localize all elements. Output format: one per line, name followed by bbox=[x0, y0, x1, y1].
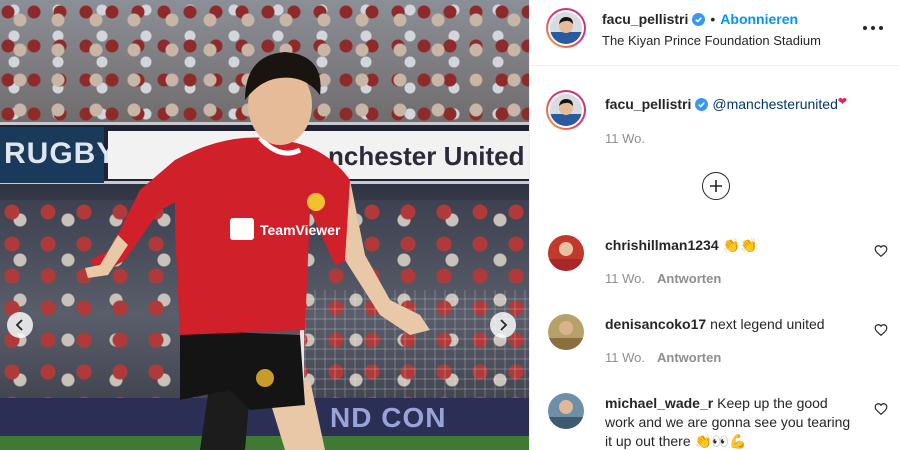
comment-body: michael_wade_r Keep up the good work and … bbox=[605, 394, 860, 450]
separator-dot: • bbox=[710, 11, 716, 27]
post-location[interactable]: The Kiyan Prince Foundation Stadium bbox=[602, 33, 821, 48]
heart-outline-icon[interactable] bbox=[874, 402, 888, 416]
chevron-right-icon bbox=[500, 319, 508, 331]
comment-meta: 11 Wo. Antworten bbox=[605, 271, 721, 286]
post-photo[interactable]: RUGBY nchester United ND CON TeamViewer bbox=[0, 0, 529, 450]
comment-item: chrishillman1234 👏👏 11 Wo. Antworten bbox=[548, 235, 893, 295]
author-avatar[interactable] bbox=[546, 8, 586, 48]
comment-username[interactable]: chrishillman1234 bbox=[605, 237, 719, 253]
follow-button[interactable]: Abonnieren bbox=[720, 11, 798, 27]
post-side-panel: facu_pellistri • Abonnieren The Kiyan Prin… bbox=[529, 0, 900, 450]
comment-item: denisancoko17 next legend united 11 Wo. An… bbox=[548, 314, 893, 374]
heart-outline-icon[interactable] bbox=[874, 244, 888, 258]
caption-mention-link[interactable]: @manchesterunited bbox=[712, 96, 838, 112]
verified-badge-icon bbox=[692, 13, 706, 26]
load-more-comments-icon[interactable] bbox=[702, 172, 730, 200]
comment-meta: 11 Wo. Antworten bbox=[605, 350, 721, 365]
comment-avatar[interactable] bbox=[548, 314, 584, 350]
verified-badge-icon bbox=[695, 98, 709, 111]
comment-body: denisancoko17 next legend united bbox=[605, 315, 860, 334]
comment-item: michael_wade_r Keep up the good work and … bbox=[548, 393, 893, 450]
caption-avatar[interactable] bbox=[546, 90, 586, 130]
next-photo-button[interactable] bbox=[490, 312, 516, 338]
comment-text: 👏👏 bbox=[722, 237, 758, 253]
heart-outline-icon[interactable] bbox=[874, 323, 888, 337]
player-figure: TeamViewer bbox=[85, 52, 430, 450]
caption-timestamp[interactable]: 11 Wo. bbox=[605, 131, 645, 146]
caption-username[interactable]: facu_pellistri bbox=[605, 96, 691, 112]
previous-photo-button[interactable] bbox=[7, 312, 33, 338]
reply-button[interactable]: Antworten bbox=[657, 350, 721, 365]
comment-timestamp[interactable]: 11 Wo. bbox=[605, 271, 645, 286]
header-name-row: facu_pellistri • Abonnieren bbox=[602, 11, 798, 27]
svg-text:TeamViewer: TeamViewer bbox=[260, 222, 341, 238]
author-username[interactable]: facu_pellistri bbox=[602, 11, 688, 27]
comment-username[interactable]: denisancoko17 bbox=[605, 316, 706, 332]
more-options-icon[interactable] bbox=[863, 18, 883, 38]
comment-username[interactable]: michael_wade_r bbox=[605, 395, 713, 411]
post-header: facu_pellistri • Abonnieren The Kiyan Prin… bbox=[530, 0, 900, 66]
chevron-left-icon bbox=[15, 319, 23, 331]
comment-avatar[interactable] bbox=[548, 393, 584, 429]
comment-text: next legend united bbox=[710, 316, 825, 332]
reply-button[interactable]: Antworten bbox=[657, 271, 721, 286]
comment-timestamp[interactable]: 11 Wo. bbox=[605, 350, 645, 365]
caption-row: facu_pellistri @manchesterunited❤ bbox=[605, 95, 847, 114]
comment-body: chrishillman1234 👏👏 bbox=[605, 236, 860, 255]
comment-avatar[interactable] bbox=[548, 235, 584, 271]
heart-emoji: ❤ bbox=[837, 96, 848, 108]
